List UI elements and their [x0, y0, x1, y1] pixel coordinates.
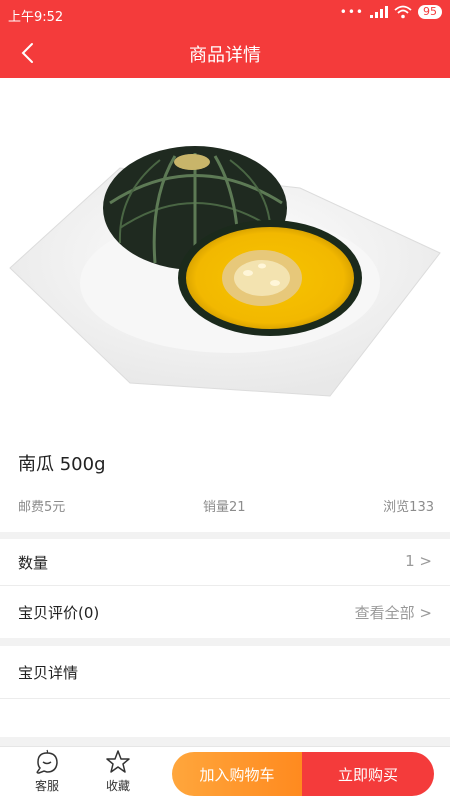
- product-info-card: 南瓜 500g 邮费5元 销量21 浏览133: [0, 430, 450, 532]
- view-all-reviews-link[interactable]: 查看全部 >: [355, 602, 432, 623]
- signal-icon: [370, 6, 388, 18]
- details-label: 宝贝详情: [18, 664, 79, 682]
- customer-service-button[interactable]: 客服: [17, 749, 77, 799]
- star-icon: [106, 750, 130, 773]
- favorite-label: 收藏: [105, 779, 130, 793]
- quantity-label: 数量: [18, 554, 49, 572]
- page-title: 商品详情: [189, 45, 261, 66]
- nav-bar: 商品详情: [0, 28, 450, 78]
- product-image: [0, 78, 450, 430]
- status-bar: 上午9:52 ••• 95: [0, 0, 450, 28]
- bottom-bar: 客服 收藏 加入购物车 立即购买: [0, 746, 450, 800]
- quantity-value[interactable]: 1 >: [405, 552, 432, 570]
- status-time: 上午9:52: [8, 10, 64, 25]
- wifi-icon: [394, 5, 412, 19]
- status-icons: ••• 95: [340, 5, 442, 19]
- reviews-row[interactable]: 宝贝评价(0) 查看全部 >: [0, 586, 450, 638]
- more-dots-icon: •••: [339, 5, 364, 19]
- sales-count: 销量21: [203, 500, 246, 515]
- customer-service-label: 客服: [34, 779, 59, 793]
- buy-now-button[interactable]: 立即购买: [302, 752, 434, 796]
- view-count: 浏览133: [383, 500, 434, 515]
- details-row: 宝贝详情: [0, 646, 450, 698]
- shipping-fee: 邮费5元: [18, 500, 66, 515]
- details-content: [0, 699, 450, 737]
- add-to-cart-button[interactable]: 加入购物车: [172, 752, 302, 796]
- quantity-row[interactable]: 数量 1 >: [0, 539, 450, 585]
- product-name: 南瓜 500g: [18, 454, 106, 475]
- pumpkin-image: [9, 146, 441, 397]
- customer-service-icon: [36, 749, 58, 774]
- battery-indicator: 95: [418, 5, 442, 19]
- favorite-button[interactable]: 收藏: [88, 749, 148, 799]
- reviews-label: 宝贝评价(0): [18, 604, 100, 622]
